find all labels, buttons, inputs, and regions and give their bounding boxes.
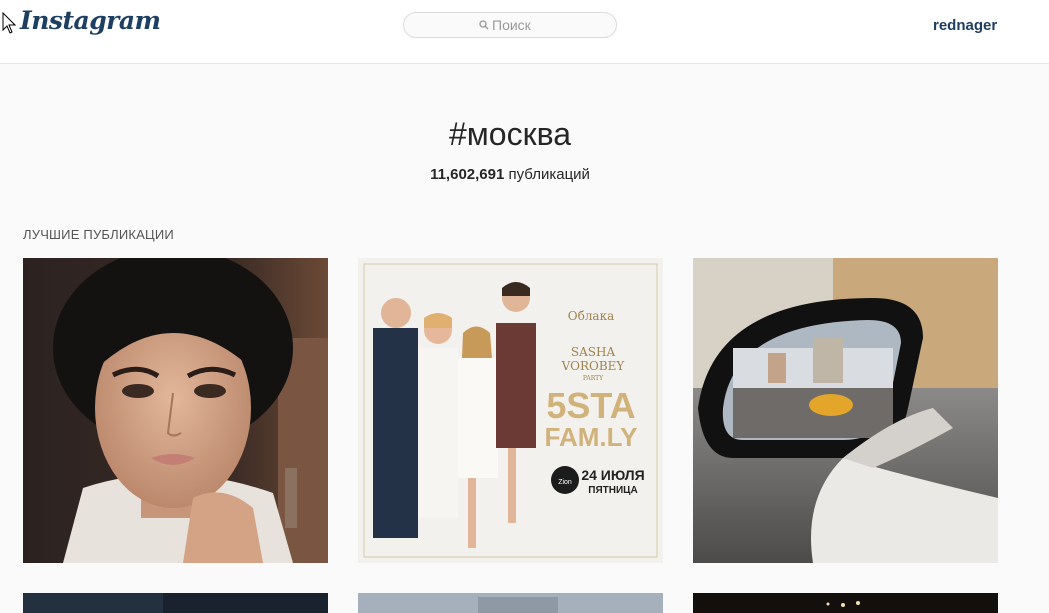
post-count-number: 11,602,691	[430, 166, 505, 183]
search-box[interactable]	[403, 12, 617, 38]
poster-image: Облака SASHA VOROBEY PARTY 5STA FAM.LY Z…	[358, 258, 663, 563]
row2-image-2	[358, 593, 663, 613]
post-thumbnail-portrait[interactable]	[23, 258, 328, 563]
poster-sasha: SASHA	[571, 345, 616, 359]
poster-weekday: ПЯТНИЦА	[588, 485, 637, 496]
instagram-logo[interactable]: Instagram	[20, 6, 161, 35]
username-link[interactable]: rednager	[933, 17, 997, 34]
poster-vorobey: VOROBEY	[561, 359, 626, 373]
poster-date: 24 ИЮЛЯ	[581, 467, 644, 483]
row2-image-3	[693, 593, 998, 613]
poster-band-name: 5STA	[546, 385, 635, 426]
search-input[interactable]	[492, 16, 612, 34]
post-thumbnail-row2-3[interactable]	[693, 593, 998, 613]
post-thumbnail-row2-1[interactable]	[23, 593, 328, 613]
hashtag-title: #москва	[448, 116, 572, 152]
search-icon	[479, 20, 489, 30]
poster-band-name-2: FAM.LY	[545, 422, 638, 452]
post-thumbnail-poster[interactable]: Облака SASHA VOROBEY PARTY 5STA FAM.LY Z…	[358, 258, 663, 563]
mouse-cursor-icon	[2, 12, 16, 34]
post-count-suffix: публикаций	[504, 166, 590, 183]
top-bar: Instagram rednager	[0, 0, 1049, 64]
poster-party: PARTY	[583, 375, 604, 382]
poster-badge: Zion	[558, 479, 572, 486]
post-thumbnail-mirror[interactable]	[693, 258, 998, 563]
post-thumbnail-row2-2[interactable]	[358, 593, 663, 613]
poster-venue: Облака	[568, 309, 615, 323]
row2-image-1	[23, 593, 328, 613]
mirror-photo	[693, 258, 998, 563]
post-count: 11,602,691 публикаций	[0, 166, 1020, 183]
portrait-photo	[23, 258, 328, 563]
section-label-top-posts: ЛУЧШИЕ ПУБЛИКАЦИИ	[23, 227, 174, 242]
